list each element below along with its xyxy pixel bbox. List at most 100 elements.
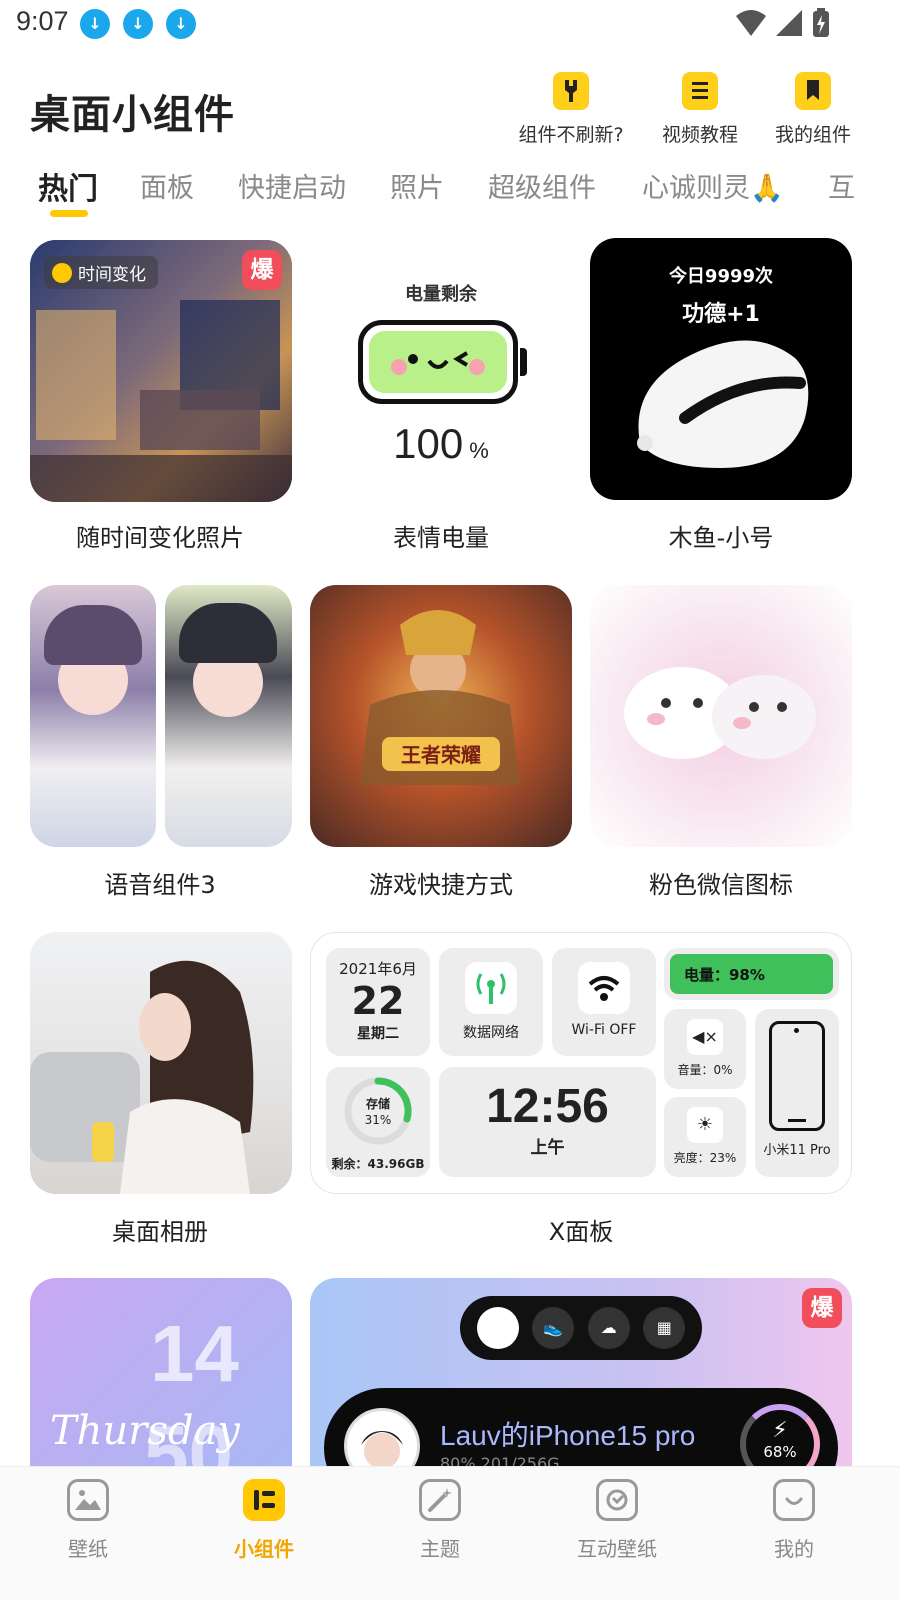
brightness-tile[interactable]: ☀ 亮度：23% [664,1097,746,1177]
image-icon [67,1479,109,1521]
nav-themes[interactable]: 主题 [380,1479,500,1562]
card-label: 桌面相册 [112,1218,208,1246]
tab-interact[interactable]: 互 [828,166,855,205]
nav-widgets[interactable]: 小组件 [204,1479,324,1562]
card-label: 木鱼-小号 [668,524,774,552]
nav-label: 壁纸 [68,1537,108,1561]
tab-sincere[interactable]: 心诚则灵🙏 [642,166,784,205]
chip-label: 时间变化 [78,265,146,285]
shoe-icon[interactable]: 👟 [532,1307,575,1349]
wifi-tile[interactable]: Wi-Fi OFF [552,948,656,1056]
widget-card-desktop-album[interactable] [30,932,292,1194]
weekday-script: Thursday [50,1408,240,1454]
quick-toggle-bar: 👟 ☁ ▦ [460,1296,702,1360]
storage-percent: 31% [364,1113,392,1127]
battery-shape [358,320,518,404]
tab-photo[interactable]: 照片 [390,166,444,205]
battery-tile: 电量：98% [664,948,839,1000]
calendar-icon[interactable]: ▦ [643,1307,686,1349]
document-icon [682,72,718,110]
clock-tile: 12:56 上午 [439,1067,656,1177]
system-icons [736,8,830,38]
battery-fill [369,331,507,393]
face-icon[interactable] [476,1307,519,1349]
tab-panel[interactable]: 面板 [140,166,194,205]
date-weekday: 星期二 [357,1026,399,1042]
download-icon: ↓ [166,9,196,39]
nav-wallpaper[interactable]: 壁纸 [28,1479,148,1562]
widget-card-thursday-clock[interactable]: 14 50 Thursday [30,1278,292,1478]
girl-photo [30,960,254,1194]
clock-ampm: 上午 [530,1138,565,1158]
sun-icon: ☀ [687,1107,723,1143]
mobile-data-label: 数据网络 [463,1025,519,1041]
tab-super-widget[interactable]: 超级组件 [488,166,596,205]
nav-label: 小组件 [234,1537,294,1561]
nav-interactive-wallpaper[interactable]: 互动壁纸 [557,1479,677,1562]
widget-card-x-panel[interactable]: 2021年6月 22 星期二 数据网络 Wi-Fi OFF 电量：98% ◀× … [310,932,852,1194]
magic-wand-icon [419,1479,461,1521]
clock-icon [52,262,72,283]
battery-cap [520,348,527,376]
phone-model: 小米11 Pro [763,1143,831,1158]
phone-icon [769,1021,825,1131]
wifi-icon [736,10,766,36]
battery-percent: 68% [763,1443,797,1461]
widget-icon [243,1479,285,1521]
battery-title: 电量剩余 [405,284,477,305]
widget-card-voice[interactable] [30,585,292,847]
mobile-data-tile[interactable]: 数据网络 [439,948,543,1056]
lightning-icon: ⚡ [772,1418,788,1443]
volume-tile[interactable]: ◀× 音量：0% [664,1009,746,1089]
wechat-bubbles-icon [624,667,816,759]
widget-card-time-photo[interactable]: 时间变化 爆 [30,240,292,502]
nav-label: 互动壁纸 [577,1537,657,1561]
widget-card-pink-wechat[interactable] [590,585,852,847]
girl-illustration-left [30,585,156,847]
download-icon: ↓ [123,9,153,39]
battery-level: 电量：98% [670,954,833,994]
nav-label: 主题 [420,1537,460,1561]
card-label: X面板 [548,1218,614,1246]
nav-label: 我的 [774,1537,814,1561]
widget-card-wooden-fish[interactable]: 今日9999次 功德+1 [590,238,852,500]
video-tutorial-button[interactable]: 视频教程 [635,72,765,147]
mute-icon: ◀× [687,1019,723,1055]
status-time: 9:07 [16,6,69,36]
card-label: 表情电量 [393,524,489,552]
wifi-label: Wi-Fi OFF [571,1022,637,1038]
interactive-wallpaper-icon [596,1479,638,1521]
antenna-icon [465,962,517,1014]
category-tabs: 热门 面板 快捷启动 照片 超级组件 心诚则灵🙏 互 [0,160,900,220]
widget-card-game-shortcut[interactable]: 王者荣耀 [310,585,572,847]
tab-quick-launch[interactable]: 快捷启动 [238,166,346,205]
game-hero-illustration [360,610,520,785]
wooden-fish-icon [637,340,809,468]
battery-value: 100% [393,420,489,467]
smile-profile-icon [773,1479,815,1521]
action-label: 组件不刷新? [518,124,624,146]
widget-not-refresh-button[interactable]: 组件不刷新? [506,72,636,147]
storage-remaining: 剩余：43.96GB [331,1157,425,1171]
smiley-face-icon [391,351,485,375]
action-label: 视频教程 [661,124,738,146]
girl-illustration-right [165,585,292,847]
date-day: 22 [351,979,405,1023]
wrench-icon [553,72,589,110]
cloud-icon[interactable]: ☁ [587,1307,630,1349]
date-month: 2021年6月 [339,960,417,978]
time-change-chip: 时间变化 [44,256,158,289]
storage-tile: 存储 31% 剩余：43.96GB [326,1067,430,1177]
nav-profile[interactable]: 我的 [734,1479,854,1562]
hot-badge: 爆 [242,250,282,290]
date-tile: 2021年6月 22 星期二 [326,948,430,1056]
download-icon: ↓ [80,9,110,39]
signal-icon [776,10,802,36]
wifi-icon [578,962,630,1014]
my-widgets-button[interactable]: 我的组件 [748,72,878,147]
volume-label: 音量：0% [677,1063,733,1077]
card-label: 随时间变化照片 [76,524,244,552]
widget-card-device-status[interactable]: 爆 👟 ☁ ▦ Lauv的iPhone15 pro 80% 201/256G ⚡… [310,1278,852,1478]
tab-hot[interactable]: 热门 [38,164,98,208]
widget-card-emoji-battery[interactable]: 电量剩余 100% [310,240,572,502]
